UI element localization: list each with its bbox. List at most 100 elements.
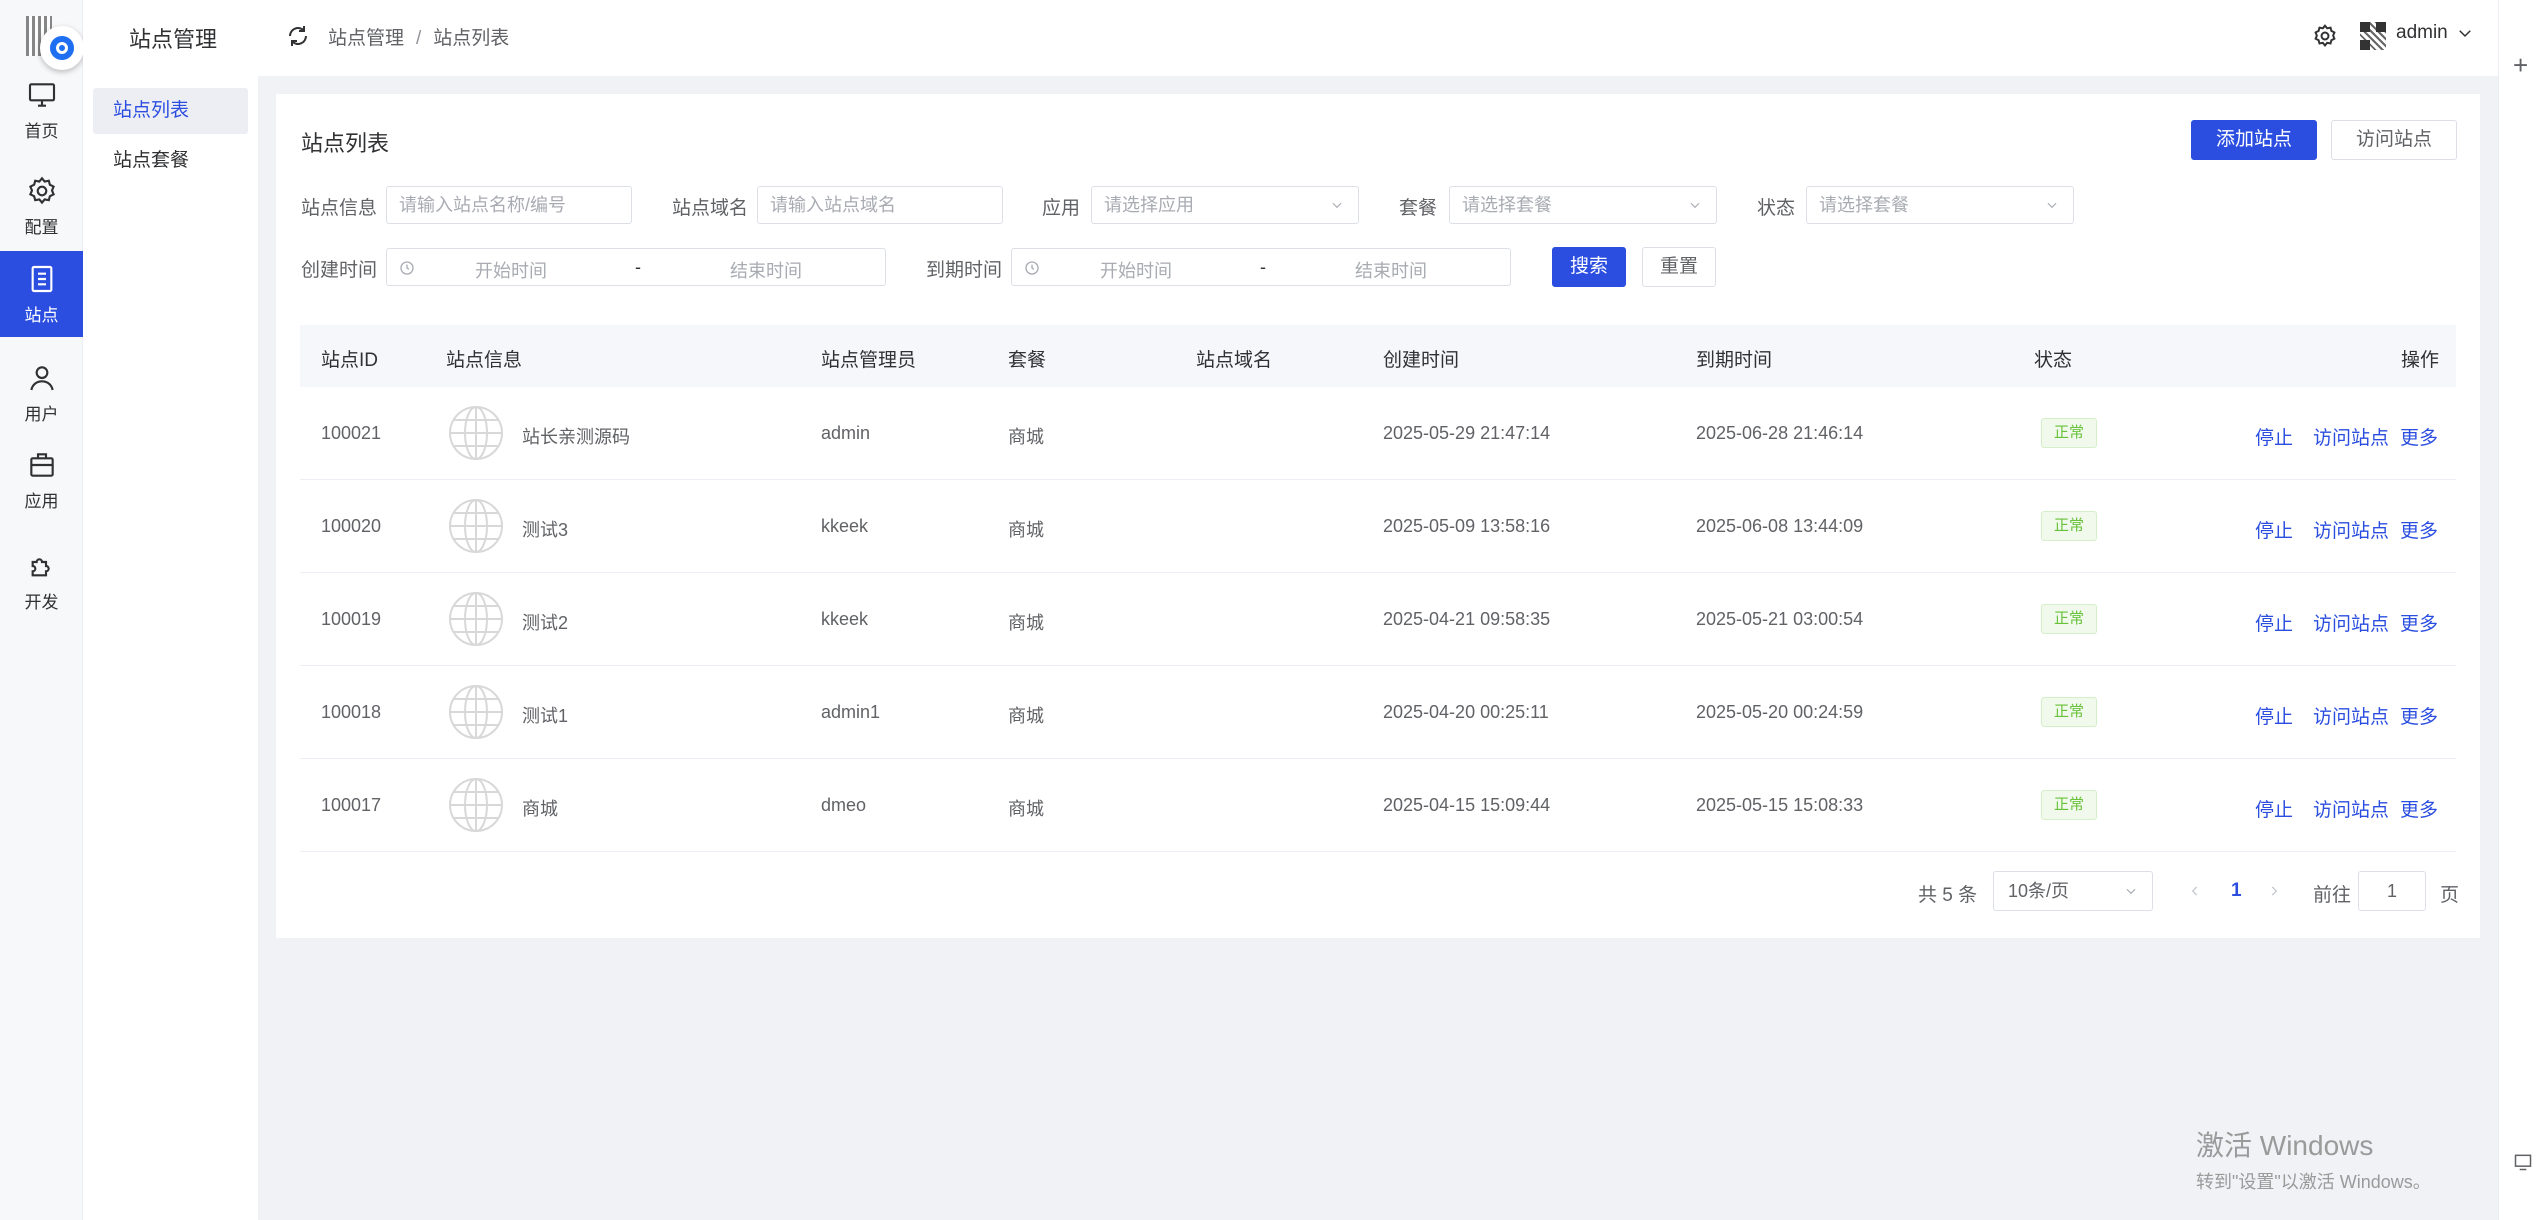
cell-created: 2025-05-29 21:47:14 xyxy=(1383,423,1551,443)
submenu-item-site-list[interactable]: 站点列表 xyxy=(93,88,248,134)
domain-label: 站点域名 xyxy=(672,198,749,219)
cell-site-name: 测试3 xyxy=(522,520,569,540)
more-link[interactable]: 更多 xyxy=(2400,423,2438,450)
stop-link[interactable]: 停止 xyxy=(2255,516,2293,543)
plus-icon[interactable]: + xyxy=(2513,50,2528,81)
app-select[interactable]: 请选择应用 xyxy=(1091,186,1359,224)
visit-site-link[interactable]: 访问站点 xyxy=(2313,423,2389,450)
document-icon xyxy=(31,265,52,292)
add-site-button[interactable]: 添加站点 xyxy=(2191,120,2317,160)
cell-package: 商城 xyxy=(1008,427,1044,447)
visit-site-link[interactable]: 访问站点 xyxy=(2313,795,2389,822)
create-end-placeholder: 结束时间 xyxy=(730,261,802,281)
more-link[interactable]: 更多 xyxy=(2400,516,2438,543)
visit-site-button[interactable]: 访问站点 xyxy=(2331,120,2457,160)
cell-package: 商城 xyxy=(1008,520,1044,540)
clock-icon xyxy=(1025,261,1039,275)
goto-page-input[interactable]: 1 xyxy=(2358,871,2426,911)
status-badge: 正常 xyxy=(2041,604,2097,634)
col-expires: 到期时间 xyxy=(1696,350,1773,371)
breadcrumb-item-current: 站点列表 xyxy=(433,28,510,49)
watermark-line1: 激活 Windows xyxy=(2196,1130,2374,1161)
package-select-placeholder: 请选择套餐 xyxy=(1462,195,1552,215)
col-status: 状态 xyxy=(2034,350,2073,371)
page-number-current[interactable]: 1 xyxy=(2231,880,2242,902)
watermark-line2: 转到"设置"以激活 Windows。 xyxy=(2196,1172,2431,1192)
cell-site-name: 站长亲测源码 xyxy=(522,427,630,447)
col-created: 创建时间 xyxy=(1383,350,1460,371)
expire-range-sep: - xyxy=(1260,257,1266,277)
cell-created: 2025-04-20 00:25:11 xyxy=(1383,702,1549,722)
submenu-item-site-package[interactable]: 站点套餐 xyxy=(93,138,248,184)
rail-item-label: 用户 xyxy=(24,404,59,424)
rail-item-site[interactable]: 站点 xyxy=(0,251,83,337)
stop-link[interactable]: 停止 xyxy=(2255,423,2293,450)
cell-site-admin: admin xyxy=(821,423,871,443)
rail-item-home[interactable]: 首页 xyxy=(0,67,83,153)
app-logo[interactable] xyxy=(20,12,86,72)
page-size-select[interactable]: 10条/页 xyxy=(1993,871,2153,911)
visit-site-link[interactable]: 访问站点 xyxy=(2313,516,2389,543)
cell-site-name: 测试1 xyxy=(522,706,569,726)
globe-icon xyxy=(449,406,503,460)
settings-gear-icon[interactable] xyxy=(2312,23,2338,49)
col-site-info: 站点信息 xyxy=(446,350,523,371)
visit-site-link[interactable]: 访问站点 xyxy=(2313,702,2389,729)
cell-expires: 2025-05-21 03:00:54 xyxy=(1696,609,1864,629)
more-link[interactable]: 更多 xyxy=(2400,795,2438,822)
cell-site-admin: kkeek xyxy=(821,516,869,536)
package-select[interactable]: 请选择套餐 xyxy=(1449,186,1717,224)
more-link[interactable]: 更多 xyxy=(2400,609,2438,636)
expire-time-range[interactable]: 开始时间 - 结束时间 xyxy=(1011,248,1511,286)
cell-site-id: 100019 xyxy=(321,609,382,629)
refresh-icon[interactable] xyxy=(286,24,310,48)
rail-item-dev[interactable]: 开发 xyxy=(0,538,83,624)
gear-icon xyxy=(28,176,55,204)
stop-link[interactable]: 停止 xyxy=(2255,609,2293,636)
status-badge: 正常 xyxy=(2041,790,2097,820)
prev-page-icon[interactable] xyxy=(2188,884,2202,898)
logo-badge-icon xyxy=(40,26,84,70)
rail-item-config[interactable]: 配置 xyxy=(0,163,83,249)
chevron-down-icon xyxy=(1332,202,1342,209)
qr-code-icon[interactable] xyxy=(2360,22,2386,50)
domain-input[interactable]: 请输入站点域名 xyxy=(757,186,1003,224)
table-row: 100018 测试1 admin1 商城 2025-04-20 00:25:11… xyxy=(300,666,2456,759)
rail-item-user[interactable]: 用户 xyxy=(0,350,83,436)
app-select-placeholder: 请选择应用 xyxy=(1104,195,1194,215)
sub-menu: 站点管理 站点列表 站点套餐 xyxy=(83,0,258,1220)
col-site-admin: 站点管理员 xyxy=(821,350,917,371)
create-range-sep: - xyxy=(635,257,641,277)
puzzle-icon xyxy=(31,557,50,576)
cell-created: 2025-04-21 09:58:35 xyxy=(1383,609,1551,629)
reset-button[interactable]: 重置 xyxy=(1642,247,1716,287)
right-strip: + xyxy=(2498,0,2545,1220)
status-badge: 正常 xyxy=(2041,418,2097,448)
screen-icon[interactable] xyxy=(2513,1152,2533,1172)
more-link[interactable]: 更多 xyxy=(2400,702,2438,729)
status-label: 状态 xyxy=(1757,198,1796,219)
col-domain: 站点域名 xyxy=(1196,350,1273,371)
stop-link[interactable]: 停止 xyxy=(2255,702,2293,729)
rail-item-app[interactable]: 应用 xyxy=(0,437,83,523)
status-select[interactable]: 请选择套餐 xyxy=(1806,186,2074,224)
breadcrumb-item[interactable]: 站点管理 xyxy=(328,28,404,49)
cell-site-id: 100021 xyxy=(321,423,382,443)
user-name: admin xyxy=(2396,22,2448,43)
cell-expires: 2025-06-28 21:46:14 xyxy=(1696,423,1864,443)
site-info-input[interactable]: 请输入站点名称/编号 xyxy=(386,186,632,224)
user-menu[interactable]: admin xyxy=(2396,22,2474,44)
visit-site-link[interactable]: 访问站点 xyxy=(2313,609,2389,636)
chevron-down-icon xyxy=(2126,888,2136,895)
top-header: 站点管理 / 站点列表 admin xyxy=(258,0,2498,76)
globe-icon xyxy=(449,592,503,646)
table-row: 100019 测试2 kkeek 商城 2025-04-21 09:58:35 … xyxy=(300,573,2456,666)
search-button[interactable]: 搜索 xyxy=(1552,247,1626,287)
stop-link[interactable]: 停止 xyxy=(2255,795,2293,822)
cell-expires: 2025-05-15 15:08:33 xyxy=(1696,795,1864,815)
next-page-icon[interactable] xyxy=(2267,884,2281,898)
globe-icon xyxy=(449,685,503,739)
create-time-range[interactable]: 开始时间 - 结束时间 xyxy=(386,248,886,286)
page-size-value: 10条/页 xyxy=(2008,881,2070,901)
expire-end-placeholder: 结束时间 xyxy=(1355,261,1427,281)
